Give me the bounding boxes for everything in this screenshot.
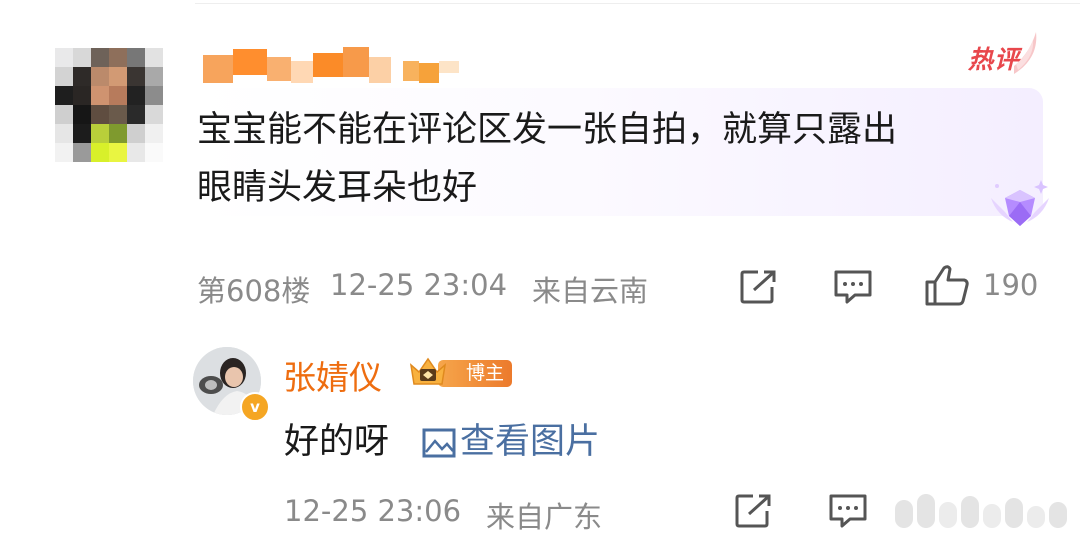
blogger-badge-label: 博主	[438, 360, 512, 387]
wing-decoration-icon	[1014, 32, 1037, 74]
floor-number: 第608楼	[197, 274, 311, 308]
like-count: 190	[983, 268, 1039, 302]
reply-share-icon[interactable]	[735, 493, 773, 529]
watermark-logo-icon	[895, 494, 1067, 528]
blogger-badge: 博主	[408, 355, 512, 389]
commenter-name[interactable]	[203, 47, 463, 87]
share-icon[interactable]	[740, 269, 778, 305]
comment-text-line1: 宝宝能不能在评论区发一张自拍，就算只露出	[197, 110, 898, 150]
image-icon	[422, 428, 456, 458]
verified-badge-icon: v	[240, 392, 270, 422]
view-image-link[interactable]: 查看图片	[422, 413, 600, 464]
comment-text: 宝宝能不能在评论区发一张自拍，就算只露出 眼睛头发耳朵也好	[197, 101, 1027, 217]
divider	[195, 3, 1080, 4]
commenter-avatar[interactable]	[55, 48, 165, 162]
reply-comment-icon[interactable]	[828, 493, 868, 529]
like-thumb-icon[interactable]	[924, 264, 970, 306]
diamond-fan-badge-icon	[991, 180, 1049, 226]
comment-location: 来自云南	[532, 274, 649, 308]
reply-location: 来自广东	[486, 500, 603, 534]
reply-text: 好的呀	[284, 422, 390, 462]
comment-time: 12-25 23:04	[330, 268, 508, 302]
view-image-label: 查看图片	[460, 422, 601, 462]
reply-time: 12-25 23:06	[284, 494, 462, 528]
comment-icon[interactable]	[833, 269, 873, 305]
crown-icon	[409, 357, 447, 385]
blogger-name[interactable]: 张婧仪	[283, 351, 382, 399]
comment-text-line2: 眼睛头发耳朵也好	[197, 168, 478, 208]
